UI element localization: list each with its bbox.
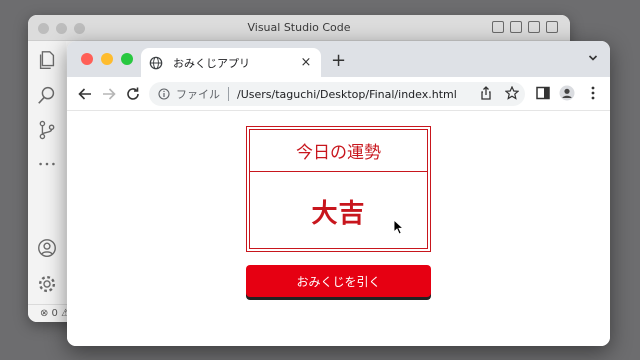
- forward-arrow-icon[interactable]: [101, 86, 117, 102]
- reload-icon[interactable]: [125, 86, 141, 102]
- tab-title: おみくじアプリ: [173, 56, 250, 70]
- site-info-icon[interactable]: [158, 88, 170, 100]
- address-divider: [228, 87, 229, 101]
- browser-traffic-lights: [81, 53, 133, 65]
- side-panel-icon[interactable]: [535, 85, 551, 101]
- browser-window: おみくじアプリ × + ファイル /Users/taguchi/Desktop/…: [67, 41, 610, 346]
- explorer-icon[interactable]: [36, 49, 58, 71]
- tab-omikuji[interactable]: おみくじアプリ ×: [141, 48, 321, 77]
- address-scheme-label: ファイル: [176, 88, 220, 101]
- browser-minimize-button[interactable]: [101, 53, 113, 65]
- page-content: 今日の運勢 大吉 おみくじを引く: [67, 111, 610, 346]
- address-bar-actions: [479, 86, 519, 100]
- new-tab-button[interactable]: +: [331, 50, 346, 71]
- address-url[interactable]: /Users/taguchi/Desktop/Final/index.html: [237, 88, 457, 101]
- browser-toolbar: ファイル /Users/taguchi/Desktop/Final/index.…: [67, 77, 610, 111]
- accounts-icon[interactable]: [36, 237, 58, 259]
- vscode-titlebar: Visual Studio Code: [28, 15, 570, 41]
- fortune-result: 大吉: [311, 198, 366, 229]
- source-control-icon[interactable]: [36, 119, 58, 141]
- mouse-cursor-icon: [393, 219, 404, 235]
- vscode-layout-controls: [492, 21, 558, 33]
- bookmark-star-icon[interactable]: [505, 86, 519, 100]
- address-bar[interactable]: ファイル /Users/taguchi/Desktop/Final/index.…: [149, 82, 525, 106]
- profile-avatar-icon[interactable]: [559, 85, 575, 101]
- customize-layout-icon[interactable]: [546, 21, 558, 33]
- browser-zoom-button[interactable]: [121, 53, 133, 65]
- toggle-panel-icon[interactable]: [510, 21, 522, 33]
- tab-close-icon[interactable]: ×: [299, 55, 313, 70]
- toggle-primary-sidebar-icon[interactable]: [492, 21, 504, 33]
- back-arrow-icon[interactable]: [77, 86, 93, 102]
- manage-gear-icon[interactable]: [36, 273, 58, 295]
- vscode-window-title: Visual Studio Code: [247, 21, 351, 34]
- activity-bar: [28, 41, 66, 304]
- globe-icon: [149, 56, 163, 69]
- browser-menu-icon[interactable]: [585, 85, 601, 101]
- more-views-icon[interactable]: [36, 153, 58, 175]
- browser-close-button[interactable]: [81, 53, 93, 65]
- tab-search-chevron-icon[interactable]: [588, 53, 598, 63]
- draw-omikuji-button[interactable]: おみくじを引く: [246, 265, 431, 297]
- tab-strip: おみくじアプリ × +: [67, 41, 610, 77]
- search-icon[interactable]: [36, 84, 58, 106]
- share-icon[interactable]: [479, 86, 493, 100]
- toggle-secondary-sidebar-icon[interactable]: [528, 21, 540, 33]
- fortune-heading: 今日の運勢: [250, 130, 427, 172]
